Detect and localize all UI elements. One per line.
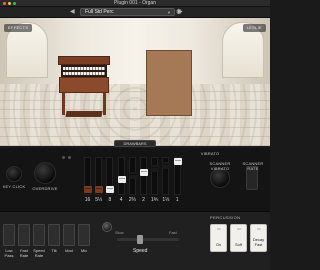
tiled-floor — [0, 84, 270, 146]
title-bar: Plugin 001 - Organ — [0, 0, 270, 7]
drawbar[interactable] — [162, 157, 171, 195]
drawbar-handle[interactable] — [106, 186, 115, 193]
key-click-label: KEY CLICK — [2, 184, 26, 189]
chevron-left-icon[interactable]: ◀ — [70, 8, 75, 17]
effect-switch-cap[interactable] — [78, 224, 90, 246]
percussion-button-label: Soft — [234, 242, 243, 247]
key-click-knob[interactable] — [6, 166, 22, 182]
drawbar-label: 2 — [142, 197, 145, 203]
percussion-button[interactable]: On — [210, 224, 227, 252]
drawbar-handle[interactable] — [151, 165, 160, 172]
effect-switch-cap[interactable] — [33, 224, 45, 246]
speed-slider[interactable] — [117, 235, 179, 244]
drawbar[interactable] — [151, 157, 160, 195]
drawbar-handle[interactable] — [117, 175, 126, 183]
effect-switch[interactable]: Low Pass — [2, 224, 16, 258]
drawbars-tab[interactable]: DRAWBARS — [114, 140, 156, 147]
speed-knob[interactable] — [102, 222, 112, 232]
control-panel: KEY CLICK OVERDRIVE 16 5⅓ 8 4 2⅔ 2 1⅗ 1⅓ 1 SCANN… — [0, 148, 270, 211]
percussion-title: PERCUSSION — [210, 215, 241, 220]
status-led — [62, 156, 65, 159]
effect-switch-label: Tilt — [51, 248, 57, 253]
drawbar-label: 4 — [119, 197, 123, 203]
leslie-cabinet-side — [146, 50, 192, 116]
drawbar-handle[interactable] — [140, 168, 148, 176]
bottom-section: Low Pass Fast Rate Speed Rate Tilt Mod Mix Sp… — [0, 211, 270, 270]
drawbar-set: 16 5⅓ 8 4 2⅔ 2 1⅗ 1⅓ 1 — [82, 157, 186, 205]
scanner-vibrato-label: SCANNER VIBRATO — [209, 161, 231, 171]
effect-switch-cap[interactable] — [3, 224, 15, 246]
scanner-vibrato-knob[interactable] — [210, 168, 230, 188]
preset-selector[interactable]: Full Std Perc ▼ — [80, 8, 175, 16]
percussion-button[interactable]: Soft — [230, 224, 247, 252]
effect-switch[interactable]: Fast Rate — [17, 224, 31, 258]
drawbar-handle[interactable] — [84, 186, 92, 193]
overdrive-knob[interactable] — [34, 162, 56, 184]
overdrive-label: OVERDRIVE — [32, 186, 58, 191]
drawbar-label: 8 — [108, 197, 112, 203]
drawbar-label: 1⅗ — [150, 197, 159, 203]
percussion-led — [237, 228, 241, 230]
fast-label: Fast — [169, 230, 177, 235]
effect-switch-cap[interactable] — [63, 224, 75, 246]
drawbar-label: 16 — [84, 197, 91, 203]
percussion-button-label: On — [215, 242, 222, 247]
effect-switch[interactable]: Tilt — [47, 224, 61, 253]
chevron-down-icon: ▼ — [167, 10, 171, 15]
drawbar-handle[interactable] — [162, 161, 171, 169]
percussion-led — [257, 228, 261, 230]
speed-control: Speed Slow Fast — [95, 214, 205, 269]
back-wall — [0, 18, 270, 84]
status-led — [68, 156, 71, 159]
drawbar[interactable] — [95, 157, 104, 195]
slow-label: Slow — [115, 230, 124, 235]
drawbar[interactable] — [140, 157, 148, 195]
effect-switch-cap[interactable] — [48, 224, 60, 246]
gear-icon[interactable]: ⚙ — [176, 8, 182, 17]
effect-switch[interactable]: Mix — [77, 224, 91, 253]
drawbar-label: 1 — [175, 197, 179, 203]
drawbar-handle[interactable] — [95, 186, 104, 193]
drawbar[interactable] — [117, 157, 126, 195]
effect-switch[interactable]: Mod — [62, 224, 76, 253]
drawbar-label: 2⅔ — [128, 197, 136, 203]
percussion-button-label: Fast — [254, 242, 263, 247]
effect-switch-cap[interactable] — [18, 224, 30, 246]
percussion-section: PERCUSSION On Soft Decay Fast — [208, 212, 270, 270]
effect-switch-label: Mod — [65, 248, 73, 253]
effect-switch-label: Low Pass — [4, 248, 14, 258]
scanner-rate-label: SCANNER RATE — [242, 161, 264, 171]
preset-name: Full Std Perc — [85, 9, 114, 15]
organ-image — [58, 56, 110, 118]
leslie-button[interactable]: LESLIE — [242, 24, 266, 32]
effect-switch-label: Speed Rate — [33, 248, 45, 258]
speed-slider-thumb[interactable] — [136, 235, 143, 244]
effect-switch-label: Mix — [80, 248, 88, 253]
effect-switch[interactable]: Speed Rate — [32, 224, 46, 258]
drawbar-label: 5⅓ — [95, 197, 103, 203]
percussion-button[interactable]: Decay Fast — [250, 224, 267, 252]
drawbar-label: 1⅓ — [162, 197, 170, 203]
effects-button[interactable]: EFFECTS — [4, 24, 33, 32]
drawbar[interactable] — [106, 157, 115, 195]
speed-label: Speed — [133, 248, 148, 254]
effect-switch-strip: Low Pass Fast Rate Speed Rate Tilt Mod Mix — [0, 224, 92, 270]
percussion-led — [217, 228, 221, 230]
drawbars-tab-label: DRAWBARS — [123, 141, 147, 146]
drawbar-handle[interactable] — [173, 158, 182, 165]
instrument-stage: EFFECTS LESLIE — [0, 18, 270, 146]
window-title: Plugin 001 - Organ — [114, 0, 156, 6]
effect-switch-label: Fast Rate — [19, 248, 29, 258]
preset-bar: ◀ Full Std Perc ▼ ▶ ⚙ — [0, 7, 270, 18]
drawbar-handle[interactable] — [128, 172, 137, 179]
drawbar[interactable] — [128, 157, 137, 195]
drawbar[interactable] — [84, 157, 92, 195]
drawbar[interactable] — [173, 157, 182, 195]
vibrato-label: VIBRATO — [200, 151, 220, 156]
